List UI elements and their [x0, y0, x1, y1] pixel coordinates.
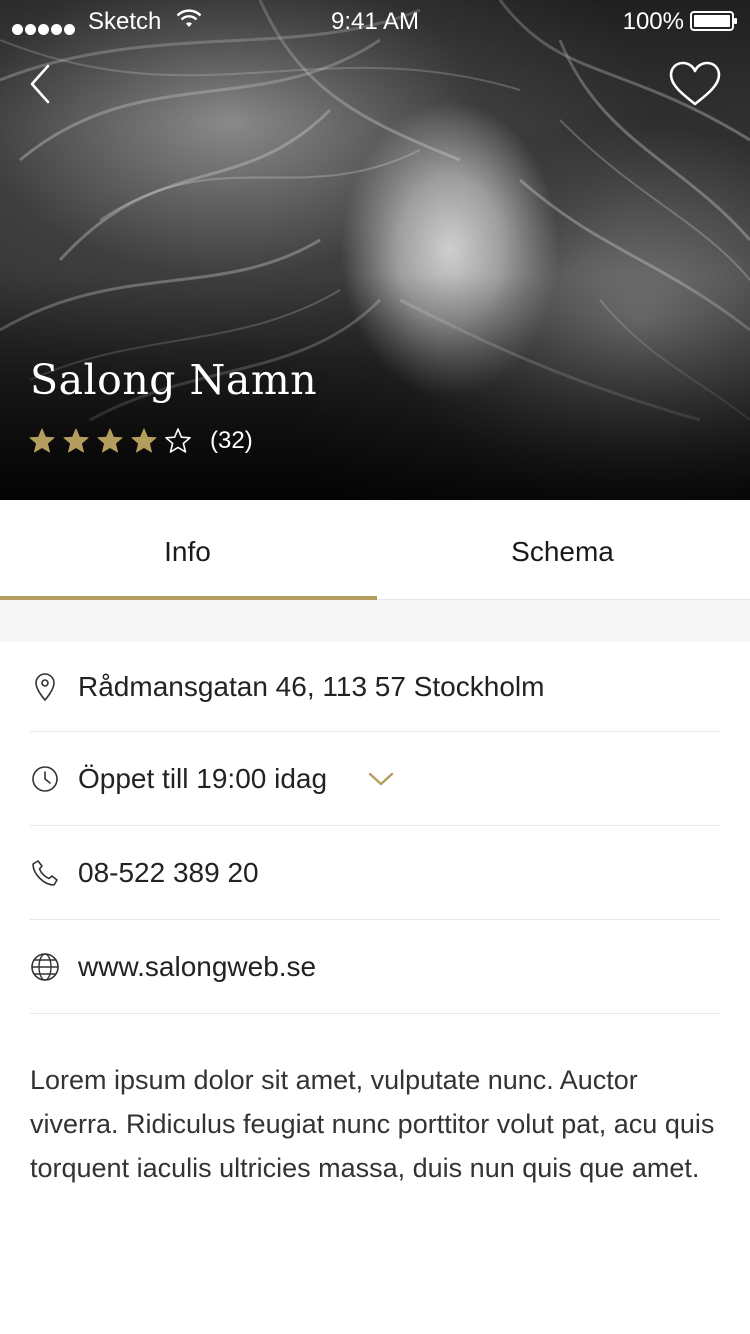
phone-row[interactable]: 08-522 389 20	[30, 826, 720, 920]
star-filled-icon	[29, 428, 55, 453]
website-link[interactable]: www.salongweb.se	[78, 951, 316, 983]
section-spacer	[0, 600, 750, 642]
website-row[interactable]: www.salongweb.se	[30, 920, 720, 1014]
location-pin-icon	[35, 672, 55, 701]
tab-schema[interactable]: Schema	[375, 500, 750, 600]
star-filled-icon	[63, 428, 89, 453]
salon-description: Lorem ipsum dolor sit amet, vulputate nu…	[30, 1065, 715, 1183]
phone-icon	[32, 859, 58, 886]
globe-icon	[31, 952, 59, 981]
back-chevron-icon[interactable]	[26, 62, 54, 106]
opening-hours-row[interactable]: Öppet till 19:00 idag	[30, 732, 720, 826]
address-row[interactable]: Rådmansgatan 46, 113 57 Stockholm	[30, 642, 720, 732]
salon-name: Salong Namn	[30, 356, 318, 404]
review-count: (32)	[210, 427, 253, 454]
battery-percentage: 100%	[622, 8, 684, 35]
tab-bar: Info Schema	[0, 500, 750, 600]
star-rating: (32)	[28, 424, 253, 458]
tab-info[interactable]: Info	[0, 500, 375, 600]
info-list: Rådmansgatan 46, 113 57 Stockholm Öppet …	[0, 642, 750, 1014]
favorite-heart-icon[interactable]	[668, 60, 722, 108]
stars-container	[28, 427, 198, 455]
star-filled-icon	[131, 428, 157, 453]
opening-hours-text: Öppet till 19:00 idag	[78, 762, 328, 794]
star-filled-icon	[97, 428, 123, 453]
address-text: Rådmansgatan 46, 113 57 Stockholm	[78, 670, 545, 702]
chevron-down-icon[interactable]	[368, 771, 394, 787]
clock-icon	[32, 765, 58, 792]
status-bar: Sketch 9:41 AM 100%	[0, 0, 750, 40]
phone-text: 08-522 389 20	[78, 856, 259, 888]
battery-icon	[690, 11, 737, 31]
star-empty-icon	[165, 428, 191, 453]
